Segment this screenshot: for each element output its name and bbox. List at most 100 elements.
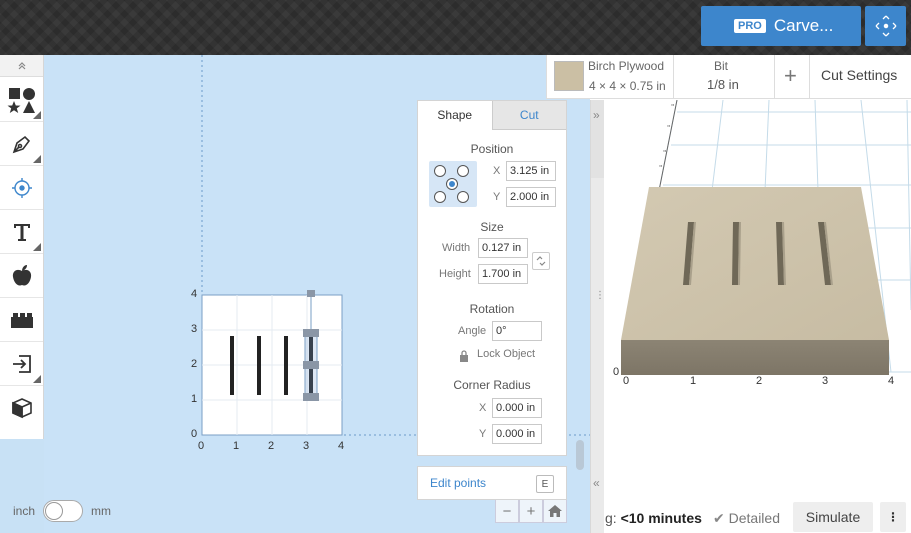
angle-label: Angle: [458, 325, 487, 337]
expand-right-icon[interactable]: »: [593, 108, 600, 122]
unit-toggle: inch mm: [13, 500, 111, 522]
height-label: Height: [439, 268, 471, 280]
home-icon: [548, 505, 562, 517]
x-tick: 0: [198, 440, 205, 452]
bit-value[interactable]: 1/8 in: [707, 77, 739, 92]
unit-inch-label: inch: [13, 504, 36, 518]
text-tool[interactable]: [0, 210, 43, 254]
anchor-top-left[interactable]: [434, 165, 446, 177]
shapes-icon: [7, 87, 35, 113]
lego-icon: [10, 312, 33, 328]
bit-title[interactable]: Bit: [714, 59, 728, 73]
cut-settings-button[interactable]: Cut Settings: [821, 67, 897, 83]
position-title: Position: [470, 142, 514, 156]
detailed-toggle[interactable]: ✔ Detailed: [713, 510, 780, 527]
svg-text:": ": [671, 103, 674, 111]
simulate-button[interactable]: Simulate: [793, 502, 873, 532]
preview-x-tick: 4: [888, 375, 895, 387]
pro-badge: PRO: [734, 19, 766, 33]
anchor-center[interactable]: [446, 178, 458, 190]
shape-properties-panel: Shape Cut Position X 3.125 in Y 2.000 in…: [417, 100, 567, 456]
point-icon: [11, 177, 32, 198]
material-dimensions[interactable]: 4 × 4 × 0.75 in: [589, 79, 666, 93]
zoom-out-button[interactable]: −: [495, 499, 519, 523]
corner-y-label: Y: [479, 428, 487, 440]
corner-x-label: X: [479, 402, 487, 414]
estimate-text: g: <10 minutes: [605, 510, 702, 526]
separator: [774, 55, 775, 99]
lock-icon: [460, 350, 468, 362]
drag-handle-icon[interactable]: ⋮: [595, 290, 605, 304]
3d-preview-scene: """": [621, 100, 911, 375]
height-field[interactable]: 1.700 in: [478, 264, 528, 284]
separator: [809, 55, 810, 99]
switch-knob: [45, 502, 64, 520]
fullscreen-button[interactable]: [865, 6, 906, 46]
x-tick: 1: [233, 440, 240, 452]
zoom-in-button[interactable]: +: [519, 499, 543, 523]
svg-text:": ": [659, 164, 662, 172]
pane-divider[interactable]: » ⋮ «: [590, 100, 605, 533]
svg-text:": ": [667, 124, 670, 132]
add-bit-button[interactable]: +: [784, 63, 797, 89]
anchor-bottom-right[interactable]: [457, 191, 469, 203]
unit-switch[interactable]: [43, 500, 84, 522]
x-tick: 4: [338, 440, 345, 452]
corner-x-field[interactable]: 0.000 in: [492, 398, 542, 418]
zoom-home-button[interactable]: [543, 499, 567, 523]
pen-tool[interactable]: [0, 122, 43, 166]
canvas-scrollbar[interactable]: [576, 440, 584, 470]
point-tool[interactable]: [0, 166, 43, 210]
material-name[interactable]: Birch Plywood: [588, 59, 664, 73]
fullscreen-arrows-icon: [875, 15, 896, 37]
icons-tool[interactable]: [0, 254, 43, 298]
carve-label: Carve...: [773, 16, 834, 35]
3d-preview[interactable]: " " " " 0 1 2 3 4 0: [605, 100, 911, 500]
carve-button[interactable]: PRO Carve...: [701, 6, 861, 46]
x-tick: 3: [303, 440, 310, 452]
separator: [673, 55, 674, 99]
expand-left-icon[interactable]: «: [593, 476, 600, 490]
tab-cut[interactable]: Cut: [491, 101, 566, 130]
detailed-label: Detailed: [728, 510, 780, 526]
left-toolbar: [0, 55, 44, 439]
lock-object-checkbox[interactable]: [456, 348, 472, 364]
y-tick: 2: [191, 358, 198, 370]
width-field[interactable]: 0.127 in: [478, 238, 528, 258]
anchor-bottom-left[interactable]: [434, 191, 446, 203]
3d-tool[interactable]: [0, 386, 43, 430]
corner-y-field[interactable]: 0.000 in: [492, 424, 542, 444]
estimate-prefix: g:: [605, 510, 617, 526]
collapse-toolbar-button[interactable]: [0, 55, 43, 77]
anchor-top-right[interactable]: [457, 165, 469, 177]
import-tool[interactable]: [0, 342, 43, 386]
apple-icon: [12, 264, 31, 286]
link-icon: [536, 256, 546, 266]
position-y-field[interactable]: 2.000 in: [506, 187, 556, 207]
lock-object-label: Lock Object: [477, 348, 536, 360]
material-bar: Birch Plywood 4 × 4 × 0.75 in Bit 1/8 in…: [546, 55, 911, 99]
anchor-selector[interactable]: [429, 161, 477, 207]
preview-x-tick: 2: [756, 375, 763, 387]
y-tick: 0: [191, 428, 198, 440]
edit-points-link[interactable]: Edit points: [430, 476, 486, 490]
position-x-label: X: [493, 165, 501, 177]
tab-shape[interactable]: Shape: [418, 101, 492, 130]
box-icon: [11, 398, 32, 419]
position-x-field[interactable]: 3.125 in: [506, 161, 556, 181]
x-tick: 2: [268, 440, 275, 452]
zoom-controls: − +: [495, 499, 567, 523]
corner-radius-title: Corner Radius: [453, 378, 531, 392]
text-icon: [13, 223, 30, 241]
unit-mm-label: mm: [91, 504, 112, 518]
size-title: Size: [480, 220, 504, 234]
link-proportions-button[interactable]: [532, 252, 550, 270]
angle-field[interactable]: 0°: [492, 321, 542, 341]
shapes-tool[interactable]: [0, 78, 43, 122]
y-tick: 3: [191, 323, 198, 335]
more-options-button[interactable]: ⋮: [880, 502, 906, 532]
top-bar: PRO Carve...: [0, 0, 911, 55]
preview-x-tick: 1: [690, 375, 697, 387]
parts-tool[interactable]: [0, 298, 43, 342]
material-swatch[interactable]: [554, 61, 584, 91]
